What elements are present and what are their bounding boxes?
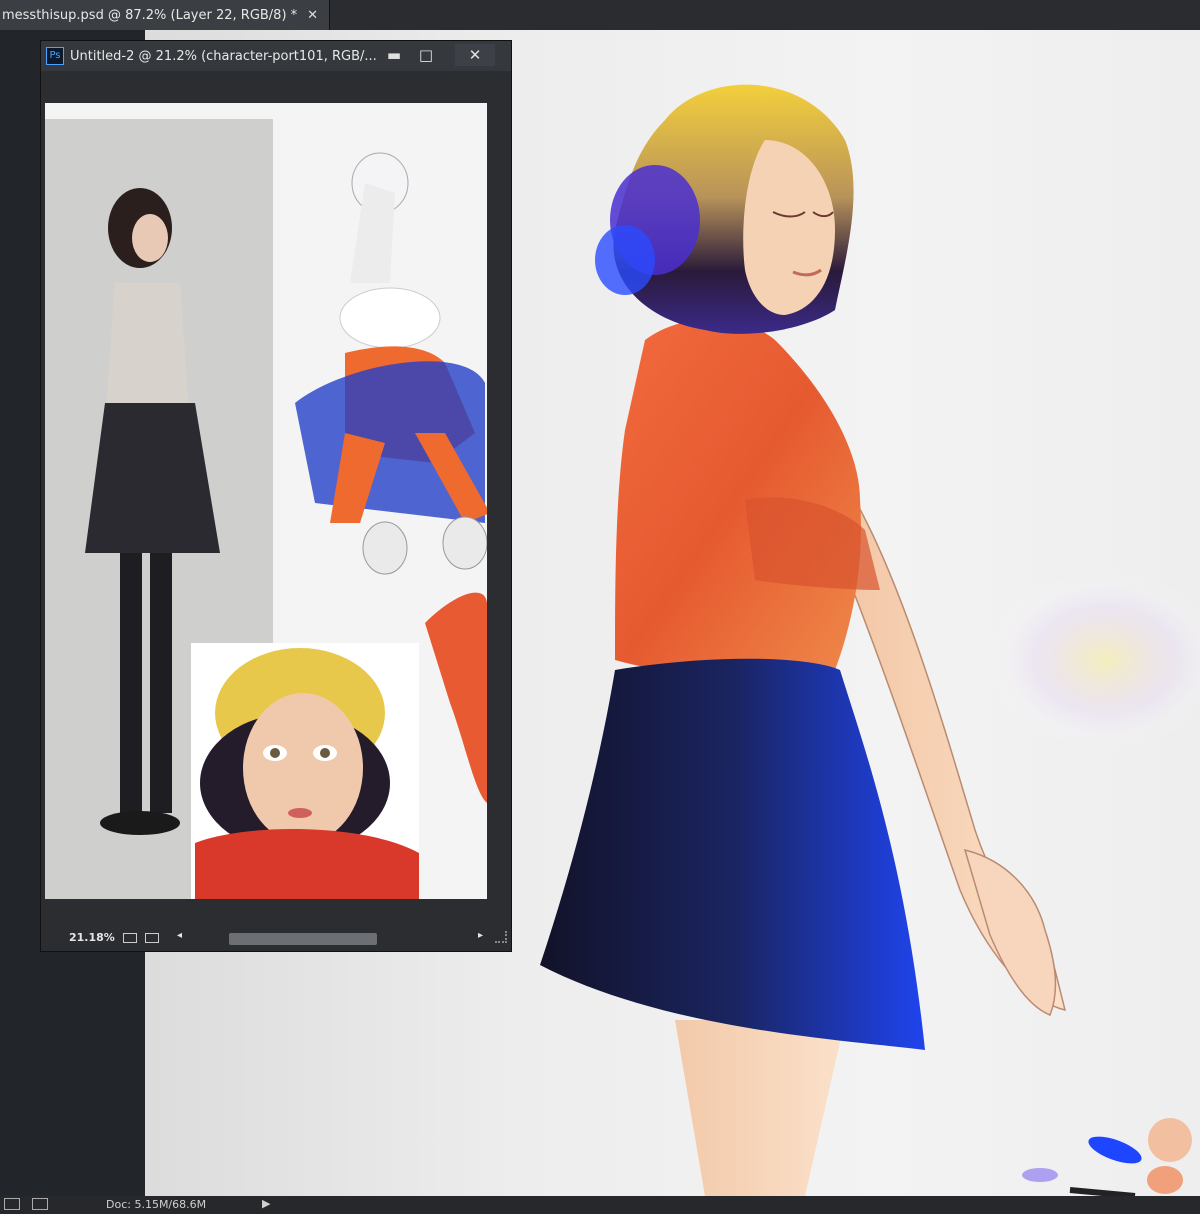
scroll-left-arrow[interactable]: ◂ bbox=[177, 930, 182, 941]
status-panel-icon[interactable] bbox=[4, 1198, 20, 1210]
reference-canvas[interactable] bbox=[45, 103, 487, 899]
status-export-icon[interactable] bbox=[32, 1198, 48, 1210]
maximize-icon[interactable]: □ bbox=[409, 44, 443, 66]
main-statusbar: Doc: 5.15M/68.6M ▶ bbox=[0, 1196, 1200, 1214]
close-icon[interactable]: ✕ bbox=[455, 44, 495, 66]
status-panel-icon[interactable] bbox=[123, 933, 137, 943]
resize-grip-icon[interactable] bbox=[495, 931, 507, 943]
ps-app-icon: Ps bbox=[46, 47, 64, 65]
status-export-icon[interactable] bbox=[145, 933, 159, 943]
photoshop-workspace: messthisup.psd @ 87.2% (Layer 22, RGB/8)… bbox=[0, 0, 1200, 1214]
tab-strip bbox=[330, 0, 1200, 30]
document-size-info: Doc: 5.15M/68.6M bbox=[106, 1198, 207, 1211]
zoom-level[interactable]: 21.18% bbox=[69, 931, 115, 944]
scrollbar-thumb[interactable] bbox=[229, 933, 377, 945]
floating-window-titlebar[interactable]: Ps Untitled-2 @ 21.2% (character-port101… bbox=[41, 41, 511, 71]
status-menu-arrow[interactable]: ▶ bbox=[262, 1197, 270, 1210]
floating-document-window[interactable]: Ps Untitled-2 @ 21.2% (character-port101… bbox=[40, 40, 512, 952]
close-icon[interactable]: ✕ bbox=[307, 8, 318, 23]
document-tab-title: messthisup.psd @ 87.2% (Layer 22, RGB/8)… bbox=[2, 7, 298, 23]
floating-window-title: Untitled-2 @ 21.2% (character-port101, R… bbox=[70, 48, 377, 64]
document-tab[interactable]: messthisup.psd @ 87.2% (Layer 22, RGB/8)… bbox=[0, 0, 330, 30]
scroll-right-arrow[interactable]: ▸ bbox=[478, 930, 483, 941]
minimize-icon[interactable]: ▬ bbox=[377, 44, 411, 66]
floating-window-statusbar: 21.18% ◂ ▸ bbox=[41, 927, 511, 949]
reference-art bbox=[85, 152, 487, 899]
horizontal-scrollbar[interactable] bbox=[191, 933, 471, 945]
